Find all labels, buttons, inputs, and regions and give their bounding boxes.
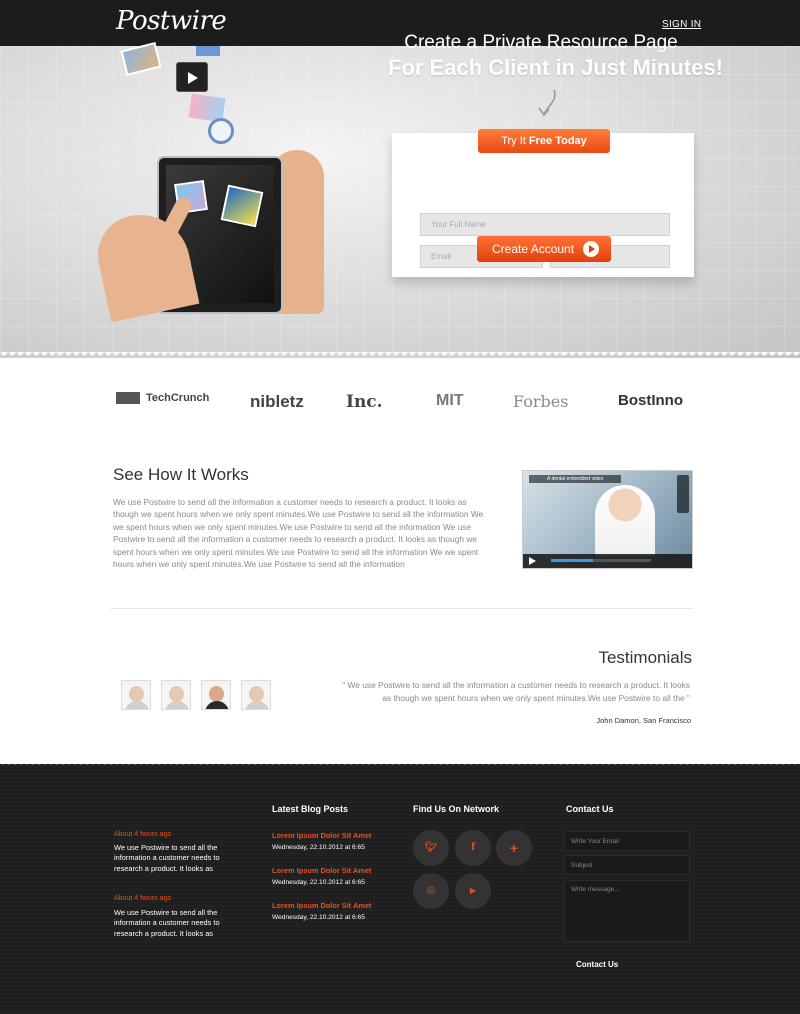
avatar-face	[209, 686, 224, 702]
how-it-works-title: See How It Works	[113, 465, 249, 484]
try-label-bold: Free Today	[528, 135, 587, 147]
testimonials-title: Testimonials	[598, 648, 692, 667]
blog-post-date: Wednesday, 22.10.2012 at 6:65	[272, 879, 365, 886]
clapperboard-icon	[176, 62, 208, 92]
video-progress-bar[interactable]	[551, 559, 651, 562]
tweet-time: About 4 hours ago	[114, 831, 172, 838]
testimonial-avatar[interactable]	[161, 680, 191, 710]
blog-post-link[interactable]: Lorem Ipsum Dolor Sit Amet	[272, 866, 372, 875]
testimonial-avatar[interactable]	[241, 680, 271, 710]
testimonial-author: John Damon, San Francisco	[596, 716, 691, 725]
contact-heading: Contact Us	[566, 804, 614, 814]
press-logo-techcrunch: TechCrunch	[116, 392, 210, 405]
avatar-shoulders	[125, 701, 149, 709]
postwire-logo[interactable]: Postwire	[116, 6, 227, 36]
facebook-icon[interactable]: f	[455, 830, 491, 866]
hero-headline-line1: Create a Private Resource Page	[404, 32, 678, 53]
press-label: TechCrunch	[146, 392, 210, 404]
tweet-text: We use Postwire to send all the informat…	[114, 843, 220, 873]
avatar-face	[169, 686, 184, 702]
video-controls	[523, 554, 692, 568]
video-caption: A dental embedded video	[529, 475, 621, 483]
youtube-icon[interactable]: ▶	[455, 873, 491, 909]
avatar-face	[129, 686, 144, 702]
blog-post-link[interactable]: Lorem Ipsum Dolor Sit Amet	[272, 901, 372, 910]
floating-folder-icon	[196, 46, 220, 56]
video-player[interactable]: A dental embedded video	[522, 470, 693, 569]
twitter-icon[interactable]: 🐦︎	[413, 830, 449, 866]
clock-icon	[208, 118, 234, 144]
tweet-text: We use Postwire to send all the informat…	[114, 908, 220, 938]
footer-zigzag-divider	[0, 762, 800, 768]
contact-submit-button[interactable]: Contact Us	[576, 960, 618, 969]
avatar-shoulders	[205, 701, 229, 709]
avatar-face	[249, 686, 264, 702]
blog-heading: Latest Blog Posts	[272, 804, 349, 814]
play-icon[interactable]	[529, 557, 536, 565]
play-arrow-icon	[583, 241, 599, 257]
network-heading: Find Us On Network	[413, 804, 500, 814]
section-divider	[110, 608, 693, 609]
techcrunch-tc-icon	[116, 392, 140, 405]
tweet-time: About 4 hours ago	[114, 895, 172, 902]
create-account-label: Create Account	[492, 242, 575, 256]
googleplus-icon[interactable]: +	[496, 830, 532, 866]
doctor-figure	[595, 485, 655, 556]
video-share-panel[interactable]	[677, 475, 689, 513]
avatar-shoulders	[245, 701, 269, 709]
press-logo-bostinno: BostInno	[618, 392, 683, 409]
hero-headline-line2: For Each Client in Just Minutes!	[388, 55, 723, 80]
press-logo-inc: Inc.	[346, 392, 383, 412]
footer-message-input[interactable]	[564, 880, 690, 942]
create-account-button[interactable]: Create Account	[477, 236, 611, 262]
sign-in-link[interactable]: SIGN IN	[662, 19, 701, 30]
blog-post-link[interactable]: Lorem Ipsum Dolor Sit Amet	[272, 831, 372, 840]
try-label-prefix: Try It	[501, 135, 529, 147]
full-name-input[interactable]	[420, 213, 670, 236]
dribbble-icon[interactable]: ◎	[413, 873, 449, 909]
hero-zigzag-divider	[0, 352, 800, 360]
footer-subject-input[interactable]	[564, 855, 690, 875]
photo-card-icon	[220, 184, 264, 228]
try-free-button[interactable]: Try It Free Today	[478, 129, 610, 153]
video-progress-fill	[551, 559, 593, 562]
testimonial-avatar[interactable]	[121, 680, 151, 710]
blog-post-date: Wednesday, 22.10.2012 at 6:65	[272, 844, 365, 851]
blog-post-date: Wednesday, 22.10.2012 at 6:65	[272, 914, 365, 921]
testimonial-quote: " We use Postwire to send all the inform…	[342, 680, 690, 703]
footer-email-input[interactable]	[564, 831, 690, 851]
press-logo-nibletz: nibletz	[250, 392, 304, 411]
curved-arrow-icon	[538, 89, 556, 117]
testimonial-avatar-active[interactable]	[201, 680, 231, 710]
press-logo-forbes: Forbes	[513, 392, 569, 411]
how-it-works-text: We use Postwire to send all the informat…	[113, 497, 484, 570]
press-logo-mit: MIT	[436, 392, 464, 409]
avatar-shoulders	[165, 701, 189, 709]
